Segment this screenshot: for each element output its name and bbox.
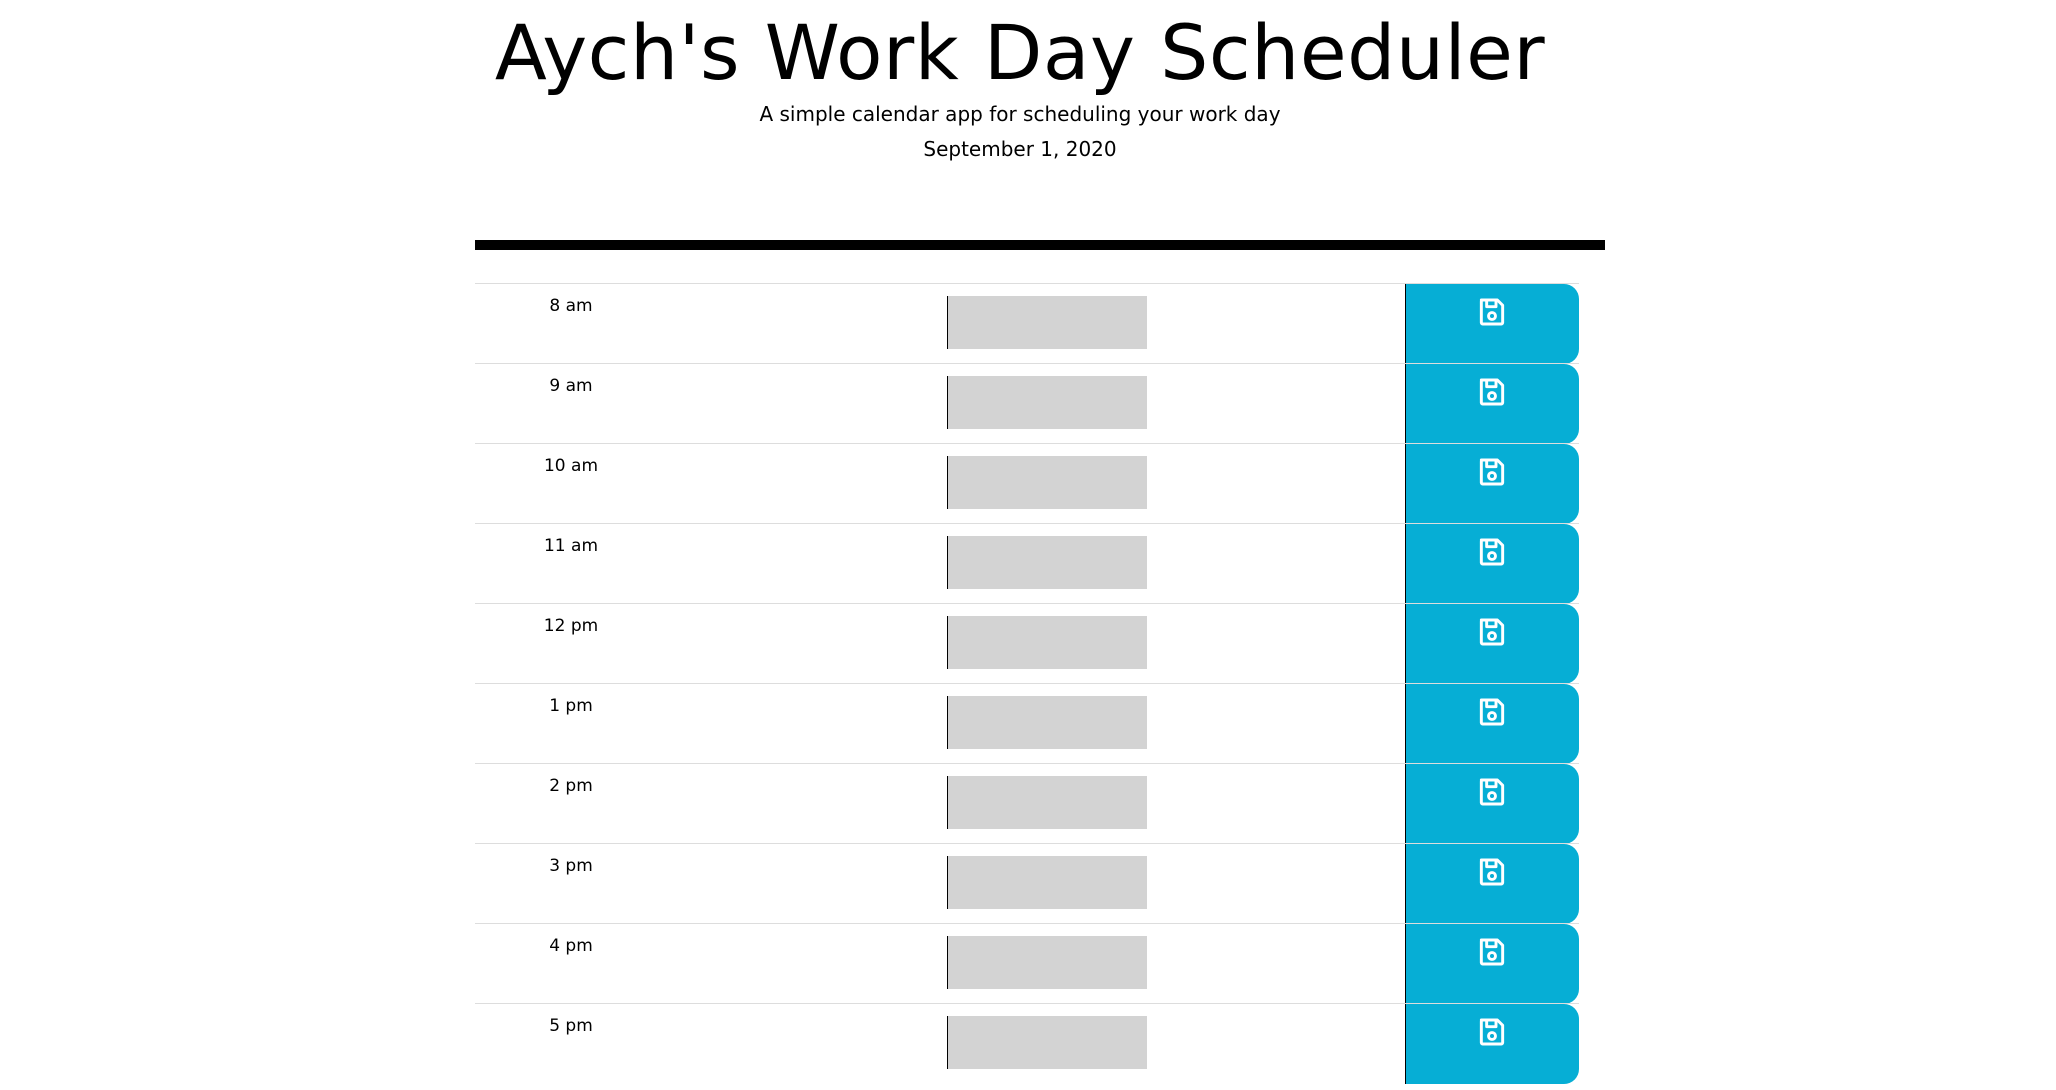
- save-icon: [1479, 938, 1505, 966]
- save-icon: [1479, 778, 1505, 806]
- event-description-input[interactable]: [947, 456, 1147, 509]
- hour-label: 8 am: [549, 296, 593, 316]
- hour-label: 1 pm: [549, 696, 593, 716]
- save-button[interactable]: [1405, 524, 1579, 604]
- time-block-1pm: 1 pm: [475, 683, 1579, 764]
- time-block-9am: 9 am: [475, 363, 1579, 444]
- time-block-8am: 8 am: [475, 283, 1579, 364]
- event-description-input[interactable]: [947, 696, 1147, 749]
- save-icon: [1479, 858, 1505, 886]
- time-block-10am: 10 am: [475, 443, 1579, 524]
- hour-label: 4 pm: [549, 936, 593, 956]
- time-block-4pm: 4 pm: [475, 923, 1579, 1004]
- current-date: September 1, 2020: [923, 137, 1117, 161]
- save-icon: [1479, 378, 1505, 406]
- hour-label: 5 pm: [549, 1016, 593, 1036]
- page-subtitle: A simple calendar app for scheduling you…: [759, 102, 1281, 126]
- save-button[interactable]: [1405, 604, 1579, 684]
- event-description-input[interactable]: [947, 856, 1147, 909]
- save-icon: [1479, 298, 1505, 326]
- hour-label: 12 pm: [543, 616, 599, 636]
- event-description-input[interactable]: [947, 376, 1147, 429]
- event-description-input[interactable]: [947, 936, 1147, 989]
- save-button[interactable]: [1405, 364, 1579, 444]
- save-button[interactable]: [1405, 924, 1579, 1004]
- time-block-12pm: 12 pm: [475, 603, 1579, 684]
- save-icon: [1479, 458, 1505, 486]
- save-button[interactable]: [1405, 764, 1579, 844]
- event-description-input[interactable]: [947, 776, 1147, 829]
- time-block-2pm: 2 pm: [475, 763, 1579, 844]
- save-icon: [1479, 618, 1505, 646]
- save-button[interactable]: [1405, 1004, 1579, 1084]
- hour-label: 3 pm: [549, 856, 593, 876]
- save-icon: [1479, 1018, 1505, 1046]
- save-icon: [1479, 538, 1505, 566]
- event-description-input[interactable]: [947, 616, 1147, 669]
- save-button[interactable]: [1405, 844, 1579, 924]
- time-block-3pm: 3 pm: [475, 843, 1579, 924]
- header-divider: [475, 240, 1605, 250]
- save-button[interactable]: [1405, 684, 1579, 764]
- event-description-input[interactable]: [947, 536, 1147, 589]
- hour-label: 9 am: [549, 376, 593, 396]
- page-title: Aych's Work Day Scheduler: [494, 8, 1546, 97]
- save-icon: [1479, 698, 1505, 726]
- time-block-5pm: 5 pm: [475, 1003, 1579, 1084]
- hour-label: 10 am: [543, 456, 598, 476]
- event-description-input[interactable]: [947, 1016, 1147, 1069]
- save-button[interactable]: [1405, 444, 1579, 524]
- save-button[interactable]: [1405, 284, 1579, 364]
- time-block-11am: 11 am: [475, 523, 1579, 604]
- hour-label: 11 am: [543, 536, 598, 556]
- time-blocks-container: 8 am 9 am 10 am 11 am 12 pm 1 pm 2 pm 3 …: [475, 283, 1579, 1084]
- hour-label: 2 pm: [549, 776, 593, 796]
- event-description-input[interactable]: [947, 296, 1147, 349]
